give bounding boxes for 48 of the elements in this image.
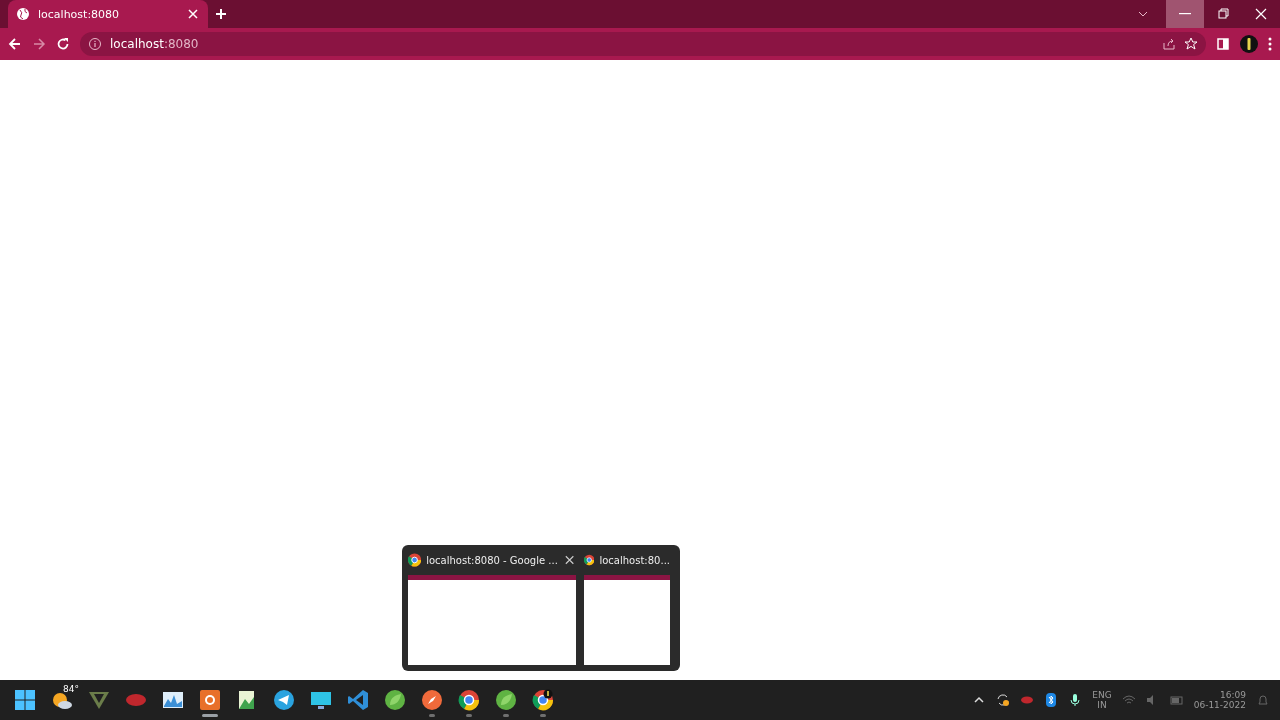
info-icon bbox=[88, 37, 102, 51]
chrome-icon bbox=[458, 689, 480, 711]
restore-icon[interactable] bbox=[1216, 7, 1230, 21]
share-icon[interactable] bbox=[1162, 37, 1176, 51]
monitor-icon bbox=[310, 689, 332, 711]
close-icon[interactable] bbox=[1254, 7, 1268, 21]
window-preview[interactable]: localhost:80... bbox=[584, 551, 670, 665]
temperature-text: 84° bbox=[63, 684, 79, 694]
chrome-icon bbox=[584, 553, 595, 567]
telegram-icon bbox=[273, 689, 295, 711]
minimize-icon[interactable] bbox=[1179, 13, 1191, 15]
forward-icon[interactable] bbox=[32, 37, 46, 51]
chart-window-icon bbox=[162, 689, 184, 711]
star-icon[interactable] bbox=[1184, 37, 1198, 51]
browser-tab[interactable]: localhost:8080 bbox=[8, 0, 208, 28]
compass-icon bbox=[421, 689, 443, 711]
running-indicator bbox=[466, 714, 472, 717]
window-title: localhost:8080 - Google ... bbox=[426, 554, 558, 566]
sync-icon[interactable] bbox=[996, 693, 1011, 707]
running-indicator bbox=[202, 714, 218, 717]
running-indicator bbox=[503, 714, 509, 717]
more-icon[interactable] bbox=[1268, 37, 1272, 51]
close-icon[interactable] bbox=[186, 7, 200, 21]
bluetooth-icon[interactable] bbox=[1044, 693, 1059, 707]
running-indicator bbox=[540, 714, 546, 717]
notification-icon[interactable] bbox=[1256, 693, 1270, 707]
leaf-icon bbox=[495, 689, 517, 711]
language-indicator[interactable]: ENG IN bbox=[1092, 690, 1112, 710]
chrome-icon bbox=[532, 689, 554, 711]
window-preview[interactable]: localhost:8080 - Google ... bbox=[408, 551, 576, 665]
recorder-icon bbox=[199, 689, 221, 711]
running-indicator bbox=[429, 714, 435, 717]
reload-icon[interactable] bbox=[56, 37, 70, 51]
battery-icon[interactable] bbox=[1169, 693, 1184, 707]
leaf-icon bbox=[384, 689, 406, 711]
window-title: localhost:80... bbox=[599, 554, 670, 566]
globe-icon bbox=[16, 7, 30, 21]
code-editor-icon bbox=[347, 689, 369, 711]
address-bar[interactable]: localhost:8080 bbox=[80, 32, 1206, 56]
windows-icon bbox=[14, 689, 36, 711]
clock[interactable]: 16:09 06-11-2022 bbox=[1193, 690, 1246, 710]
chrome-icon bbox=[408, 553, 422, 567]
back-icon[interactable] bbox=[8, 37, 22, 51]
new-tab-icon[interactable] bbox=[214, 7, 228, 21]
profile-avatar[interactable] bbox=[1240, 35, 1258, 53]
v-logo-icon bbox=[88, 689, 110, 711]
sidebar-icon[interactable] bbox=[1216, 37, 1230, 51]
microphone-icon[interactable] bbox=[1068, 693, 1083, 707]
